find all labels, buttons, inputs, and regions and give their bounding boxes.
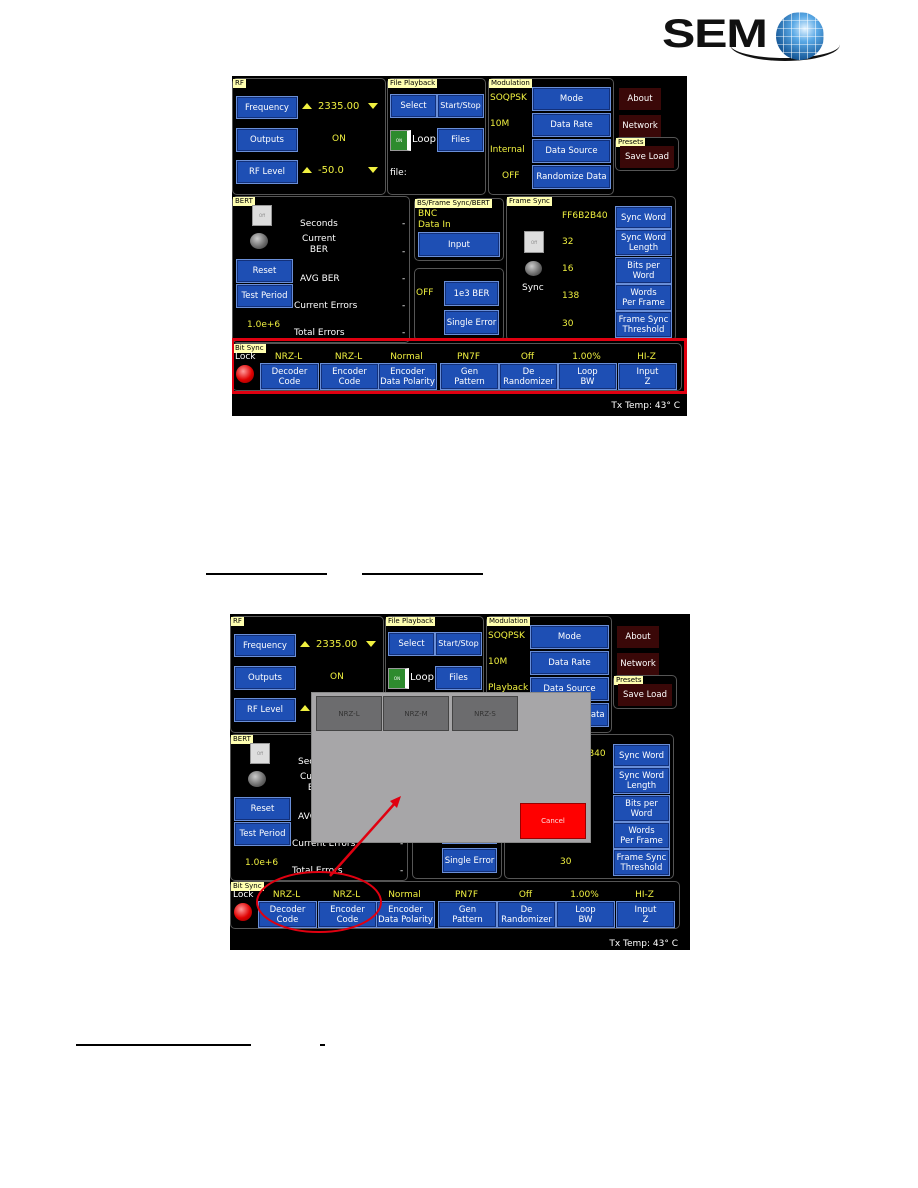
annotation-overlay	[256, 796, 401, 933]
highlight-ellipse	[256, 871, 382, 933]
document-page: SEM RF Frequency 2335.00 Outputs ON RF Level -…	[0, 0, 918, 1188]
red-arrow	[329, 801, 397, 877]
